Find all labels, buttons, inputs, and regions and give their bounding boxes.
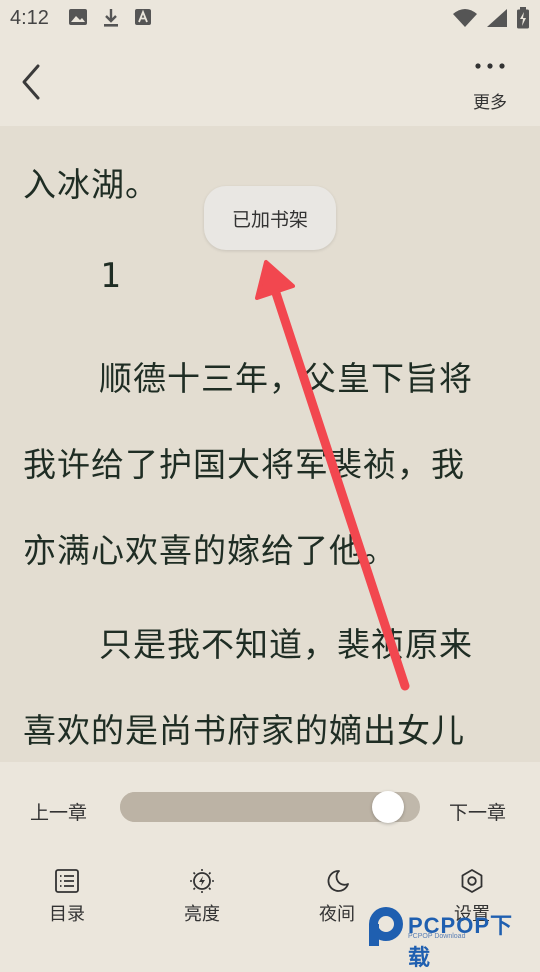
watermark-brand: PCPOP下载 — [408, 913, 514, 970]
progress-fill — [120, 792, 388, 822]
tab-brightness-label: 亮度 — [184, 904, 220, 925]
download-icon — [104, 9, 118, 27]
pcpop-logo-icon — [369, 907, 403, 946]
text-line: 喜欢的是尚书府家的嫡出女儿 — [23, 711, 465, 750]
list-icon — [55, 869, 79, 893]
next-chapter-button[interactable]: 下一章 — [449, 798, 506, 825]
moon-icon — [327, 870, 349, 892]
status-bar: 4:12 — [0, 0, 540, 38]
chevron-left-icon — [22, 64, 40, 100]
wifi-icon — [453, 9, 477, 27]
reader-header: 更多 — [0, 38, 540, 126]
text-line: 我许给了护国大将军裴祯，我 — [23, 445, 465, 484]
settings-icon — [461, 869, 483, 893]
chapter-progress-slider[interactable] — [120, 791, 420, 823]
watermark-logo: PCPOP下载 PCPOP Download — [364, 900, 534, 970]
prev-chapter-button[interactable]: 上一章 — [30, 798, 87, 825]
text-line: 只是我不知道，裴祯原来 — [99, 625, 473, 664]
chapter-number: 1 — [100, 256, 121, 296]
progress-knob[interactable] — [372, 791, 404, 823]
text-line: 顺德十三年，父皇下旨将 — [99, 359, 473, 398]
font-icon — [135, 9, 151, 25]
image-icon — [69, 9, 87, 25]
tab-brightness[interactable]: 亮度 — [162, 862, 242, 926]
text-line: 亦满心欢喜的嫁给了他。 — [23, 531, 397, 570]
signal-icon — [487, 9, 507, 27]
more-dots-icon — [475, 63, 505, 69]
more-button[interactable]: 更多 — [468, 58, 512, 113]
watermark-sub: PCPOP Download — [408, 933, 466, 940]
tab-catalog[interactable]: 目录 — [27, 862, 107, 926]
brightness-icon — [190, 869, 214, 893]
added-to-shelf-toast: 已加书架 — [204, 186, 336, 250]
tab-catalog-label: 目录 — [49, 904, 85, 925]
more-label: 更多 — [473, 93, 507, 113]
text-line: 入冰湖。 — [23, 165, 159, 204]
back-button[interactable] — [16, 62, 50, 102]
status-time: 4:12 — [10, 7, 49, 29]
battery-icon — [517, 7, 529, 29]
